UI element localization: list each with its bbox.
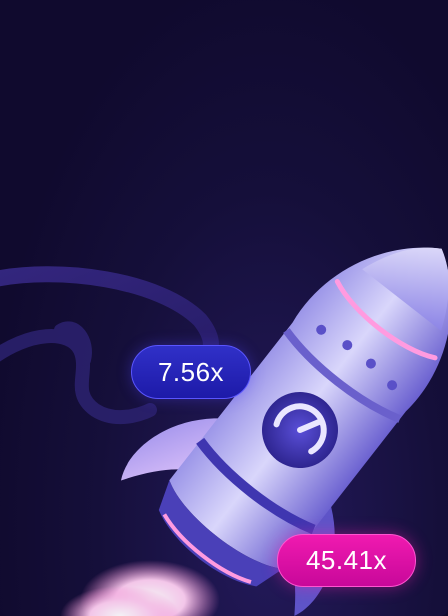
game-artwork [0,247,448,616]
game-stage: 7.56x 45.41x [0,0,448,616]
multiplier-badge-primary: 7.56x [131,345,251,399]
multiplier-badge-secondary: 45.41x [277,534,416,587]
exhaust-flame [60,560,220,616]
